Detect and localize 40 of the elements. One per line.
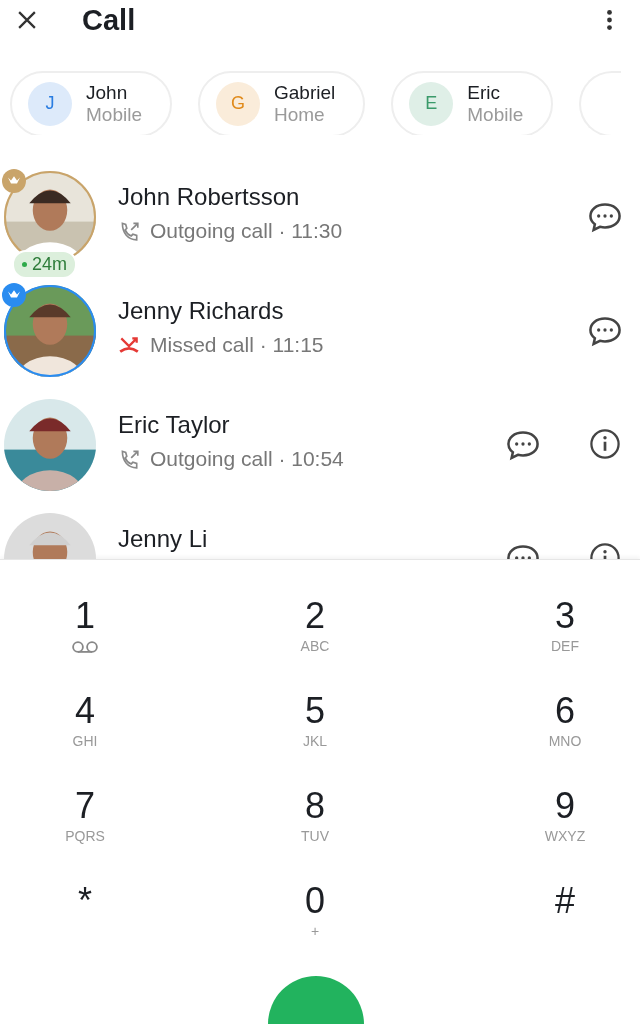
- dial-key[interactable]: 1: [0, 596, 210, 691]
- more-button[interactable]: [605, 8, 614, 33]
- dial-key[interactable]: 9 WXYZ: [420, 786, 630, 881]
- contact-initial: J: [28, 81, 72, 126]
- contact-name: John Robertsson: [118, 183, 301, 211]
- call-detail: Outgoing call · 11:30: [150, 219, 343, 243]
- close-icon: [18, 11, 36, 30]
- dial-key[interactable]: 5 JKL: [210, 691, 420, 786]
- duration-badge: 24m: [12, 250, 77, 279]
- dial-key[interactable]: 4 GHI: [0, 691, 210, 786]
- contact-name: Gabriel: [274, 81, 336, 104]
- contact-name: Eric: [467, 81, 500, 104]
- phone-label: Mobile: [467, 103, 524, 126]
- dial-key[interactable]: 0 +: [210, 881, 420, 976]
- call-detail: Missed call · 11:15: [150, 333, 324, 357]
- contact-name: Jenny Li: [118, 525, 209, 553]
- call-row[interactable]: Jenny Richards Missed call · 11:15: [0, 279, 640, 393]
- dial-key[interactable]: 7 PQRS: [0, 786, 210, 881]
- contact-name: Eric Taylor: [118, 411, 231, 439]
- more-icon: [607, 10, 612, 31]
- screen-title: Call: [82, 3, 137, 37]
- call-row[interactable]: 24m John Robertsson Outgoing call · 11:30: [0, 165, 640, 279]
- dial-key[interactable]: *: [0, 881, 210, 976]
- call-detail: Outgoing call · 10:54: [150, 447, 344, 471]
- call-row[interactable]: Eric Taylor Outgoing call · 10:54: [0, 393, 640, 507]
- dial-key[interactable]: 8 TUV: [210, 786, 420, 881]
- dial-key[interactable]: 6 MNO: [420, 691, 630, 786]
- favorite-chip[interactable]: E Eric Mobile: [391, 70, 554, 135]
- dial-key[interactable]: 2 ABC: [210, 596, 420, 691]
- favorite-chip[interactable]: G Gabriel Home: [198, 70, 366, 135]
- favorite-chip[interactable]: J John Mobile: [10, 70, 172, 135]
- contact-initial: G: [216, 81, 260, 126]
- phone-label: Home: [274, 103, 325, 126]
- voicemail-icon: [70, 640, 100, 654]
- dial-key[interactable]: #: [420, 881, 630, 976]
- phone-label: Mobile: [86, 103, 142, 126]
- dial-key[interactable]: 3 DEF: [420, 596, 630, 691]
- contact-name: Jenny Richards: [118, 297, 285, 325]
- contact-name: John: [86, 81, 128, 104]
- contact-initial: E: [409, 81, 454, 126]
